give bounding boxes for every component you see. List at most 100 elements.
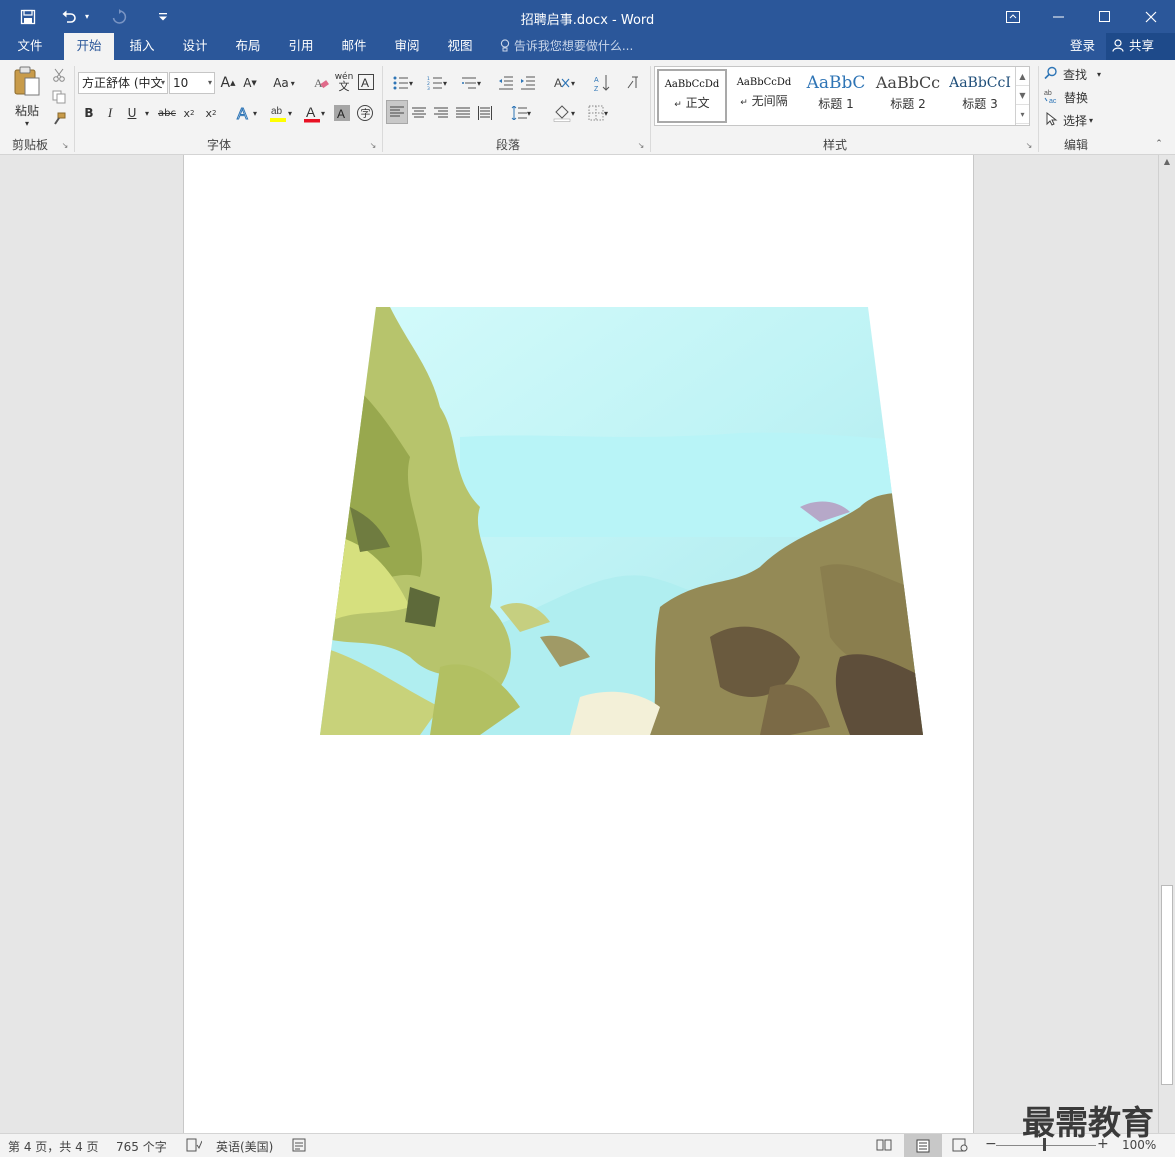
- zoom-out-icon[interactable]: −: [985, 1136, 997, 1152]
- style-name: 标题 1: [818, 97, 854, 111]
- macro-record-icon[interactable]: [292, 1138, 306, 1155]
- justify-icon[interactable]: [453, 102, 473, 124]
- read-mode-icon[interactable]: [876, 1138, 892, 1155]
- styles-gallery: AaBbCcDd ↵ 正文 AaBbCcDd ↵ 无间隔 AaBbC 标题 1 …: [654, 66, 1030, 126]
- font-name-value: 方正舒体 (中文: [82, 76, 163, 90]
- more-styles-icon[interactable]: ▾: [1016, 105, 1029, 124]
- chevron-down-icon: ▾: [476, 78, 481, 88]
- vertical-scrollbar[interactable]: ▲: [1158, 155, 1175, 1133]
- shading-button[interactable]: ▾: [548, 102, 580, 124]
- shrink-font-icon[interactable]: A ▼: [241, 72, 259, 94]
- tab-references[interactable]: 引用: [279, 33, 323, 60]
- chevron-down-icon[interactable]: ▼: [1016, 86, 1029, 105]
- person-icon: [1112, 38, 1129, 53]
- style-name: 标题 3: [962, 97, 998, 111]
- subscript-icon[interactable]: x2: [180, 102, 198, 124]
- font-size-combo[interactable]: 10 ▾: [169, 72, 215, 94]
- borders-button[interactable]: ▾: [582, 102, 614, 124]
- select-button[interactable]: 选择 ▾: [1044, 110, 1110, 130]
- sign-in-link[interactable]: 登录: [1070, 33, 1095, 59]
- strikethrough-icon[interactable]: abc: [156, 102, 178, 124]
- share-label: 共享: [1128, 38, 1154, 53]
- page-count[interactable]: 第 4 页，共 4 页: [8, 1138, 99, 1155]
- style-name: 标题 2: [890, 97, 926, 111]
- tab-design[interactable]: 设计: [173, 33, 217, 60]
- distributed-icon[interactable]: [475, 102, 495, 124]
- web-layout-icon[interactable]: [952, 1138, 968, 1155]
- collapse-ribbon-icon[interactable]: ⌃: [1152, 138, 1166, 150]
- enclose-characters-icon[interactable]: 字: [355, 102, 375, 124]
- tab-review[interactable]: 审阅: [385, 33, 429, 60]
- tab-home[interactable]: 开始: [64, 33, 114, 60]
- tab-layout[interactable]: 布局: [226, 33, 270, 60]
- style-heading-2[interactable]: AaBbCc 标题 2: [873, 69, 943, 123]
- align-right-icon[interactable]: [431, 102, 451, 124]
- underline-icon[interactable]: U: [123, 102, 141, 124]
- paste-button[interactable]: 粘贴 ▾: [8, 64, 46, 128]
- tab-file[interactable]: 文件: [4, 33, 56, 60]
- sort-icon[interactable]: AZ: [592, 72, 612, 94]
- phonetic-guide-button[interactable]: wén 文: [334, 70, 354, 94]
- inserted-picture[interactable]: [320, 307, 924, 735]
- numbering-button[interactable]: 1 2 3 ▾: [421, 72, 453, 94]
- increase-indent-icon[interactable]: [518, 72, 538, 94]
- close-icon[interactable]: [1128, 0, 1174, 33]
- chevron-up-icon[interactable]: ▲: [1016, 67, 1029, 86]
- replace-button[interactable]: ab ac 替换: [1044, 87, 1110, 107]
- font-launcher-icon[interactable]: ↘: [368, 140, 378, 150]
- text-effects-button[interactable]: A ▾: [231, 102, 261, 124]
- font-name-combo[interactable]: 方正舒体 (中文 ▾: [78, 72, 168, 94]
- maximize-icon[interactable]: [1082, 0, 1128, 33]
- paragraph-launcher-icon[interactable]: ↘: [636, 140, 646, 150]
- scrollbar-thumb[interactable]: [1161, 885, 1173, 1085]
- style-preview: AaBbCc: [875, 73, 941, 92]
- superscript-icon[interactable]: x2: [202, 102, 220, 124]
- tab-insert[interactable]: 插入: [120, 33, 164, 60]
- proofing-icon[interactable]: [186, 1138, 203, 1155]
- cut-icon[interactable]: [50, 66, 68, 84]
- clipboard-launcher-icon[interactable]: ↘: [60, 140, 70, 150]
- character-shading-icon[interactable]: A: [333, 102, 351, 124]
- copy-icon[interactable]: [50, 88, 68, 106]
- tab-view[interactable]: 视图: [438, 33, 482, 60]
- tell-me-search[interactable]: 告诉我您想要做什么...: [500, 33, 633, 60]
- word-count[interactable]: 765 个字: [116, 1138, 167, 1155]
- font-color-button[interactable]: A ▾: [298, 102, 330, 124]
- svg-text:字: 字: [361, 107, 371, 120]
- clear-formatting-icon[interactable]: A: [311, 72, 331, 94]
- format-painter-icon[interactable]: [50, 110, 68, 128]
- bold-icon[interactable]: B: [80, 102, 98, 124]
- align-left-icon[interactable]: [386, 100, 408, 124]
- chinese-layout-button[interactable]: A ▾: [548, 72, 580, 94]
- line-spacing-button[interactable]: ▾: [505, 102, 537, 124]
- multilevel-list-button[interactable]: ▾: [455, 72, 487, 94]
- change-case-button[interactable]: Aa ▾: [268, 72, 300, 94]
- minimize-icon[interactable]: [1036, 0, 1082, 33]
- font-size-value: 10: [173, 76, 189, 90]
- share-button[interactable]: 共享: [1106, 33, 1175, 60]
- show-paragraph-marks-icon[interactable]: [624, 72, 642, 94]
- character-border-icon[interactable]: A: [357, 72, 375, 92]
- group-separator: [382, 66, 383, 152]
- underline-dropdown-icon[interactable]: ▾: [142, 102, 152, 124]
- tab-mailings[interactable]: 邮件: [332, 33, 376, 60]
- find-button[interactable]: 查找 ▾: [1044, 64, 1110, 84]
- highlight-color-button[interactable]: ab ▾: [264, 102, 296, 124]
- scroll-up-icon[interactable]: ▲: [1159, 157, 1175, 171]
- style-heading-3[interactable]: AaBbCcI 标题 3: [945, 69, 1015, 123]
- ribbon-display-options-icon[interactable]: [990, 0, 1036, 33]
- style-heading-1[interactable]: AaBbC 标题 1: [801, 69, 871, 123]
- style-normal[interactable]: AaBbCcDd ↵ 正文: [657, 69, 727, 123]
- svg-text:A: A: [337, 107, 345, 121]
- zoom-slider-track[interactable]: [996, 1145, 1096, 1146]
- bullets-button[interactable]: ▾: [387, 72, 419, 94]
- italic-icon[interactable]: I: [101, 102, 119, 124]
- print-layout-icon[interactable]: [904, 1134, 942, 1157]
- language-indicator[interactable]: 英语(美国): [216, 1138, 273, 1155]
- style-no-spacing[interactable]: AaBbCcDd ↵ 无间隔: [729, 69, 799, 123]
- decrease-indent-icon[interactable]: [496, 72, 516, 94]
- grow-font-icon[interactable]: A ▲: [219, 72, 237, 94]
- styles-launcher-icon[interactable]: ↘: [1024, 140, 1034, 150]
- document-page[interactable]: [183, 155, 974, 1133]
- align-center-icon[interactable]: [409, 102, 429, 124]
